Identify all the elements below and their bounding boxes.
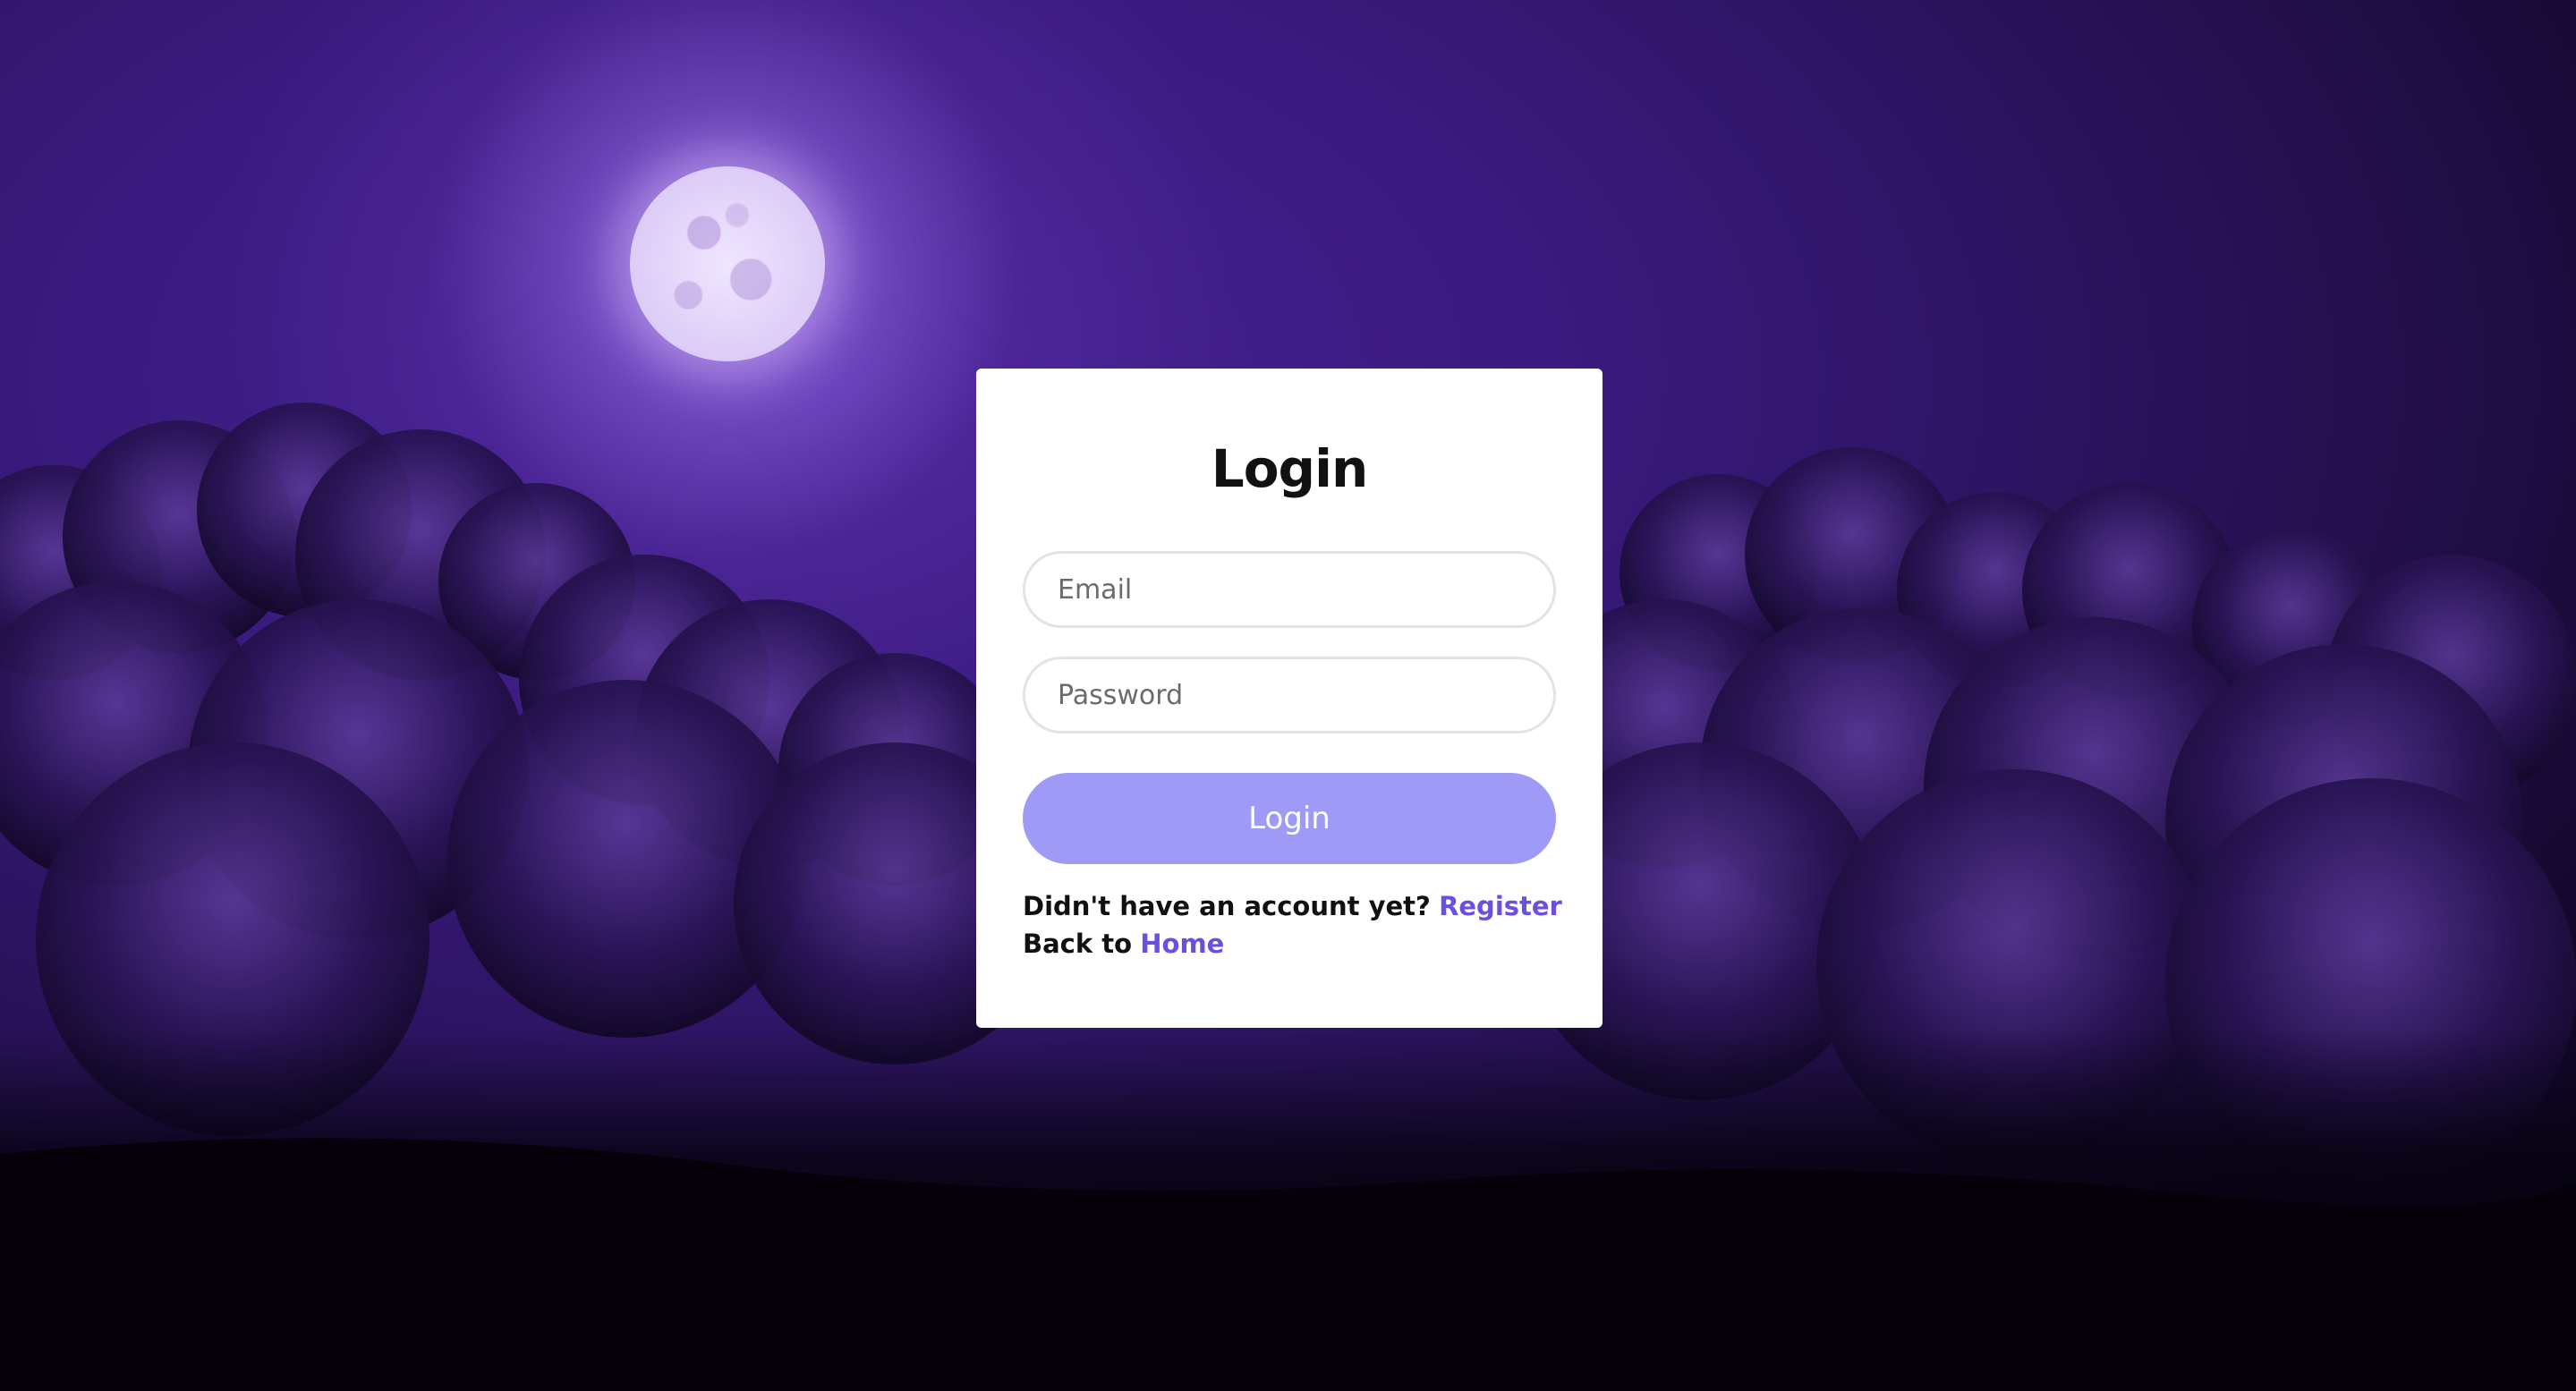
page-title: Login xyxy=(1211,438,1369,499)
email-field[interactable] xyxy=(1023,551,1556,628)
password-field[interactable] xyxy=(1023,657,1556,734)
register-line: Didn't have an account yet? Register xyxy=(1023,887,1562,925)
night-sky-background: Login Login Didn't have an account yet? … xyxy=(0,0,2576,1391)
register-prompt: Didn't have an account yet? xyxy=(1023,891,1431,921)
login-button[interactable]: Login xyxy=(1023,773,1556,864)
auth-links: Didn't have an account yet? Register Bac… xyxy=(1023,887,1562,963)
back-prompt: Back to xyxy=(1023,929,1133,959)
home-link[interactable]: Home xyxy=(1140,929,1224,959)
login-card: Login Login Didn't have an account yet? … xyxy=(976,369,1603,1028)
home-line: Back to Home xyxy=(1023,925,1562,963)
register-link[interactable]: Register xyxy=(1439,891,1562,921)
moon-image xyxy=(630,166,825,361)
